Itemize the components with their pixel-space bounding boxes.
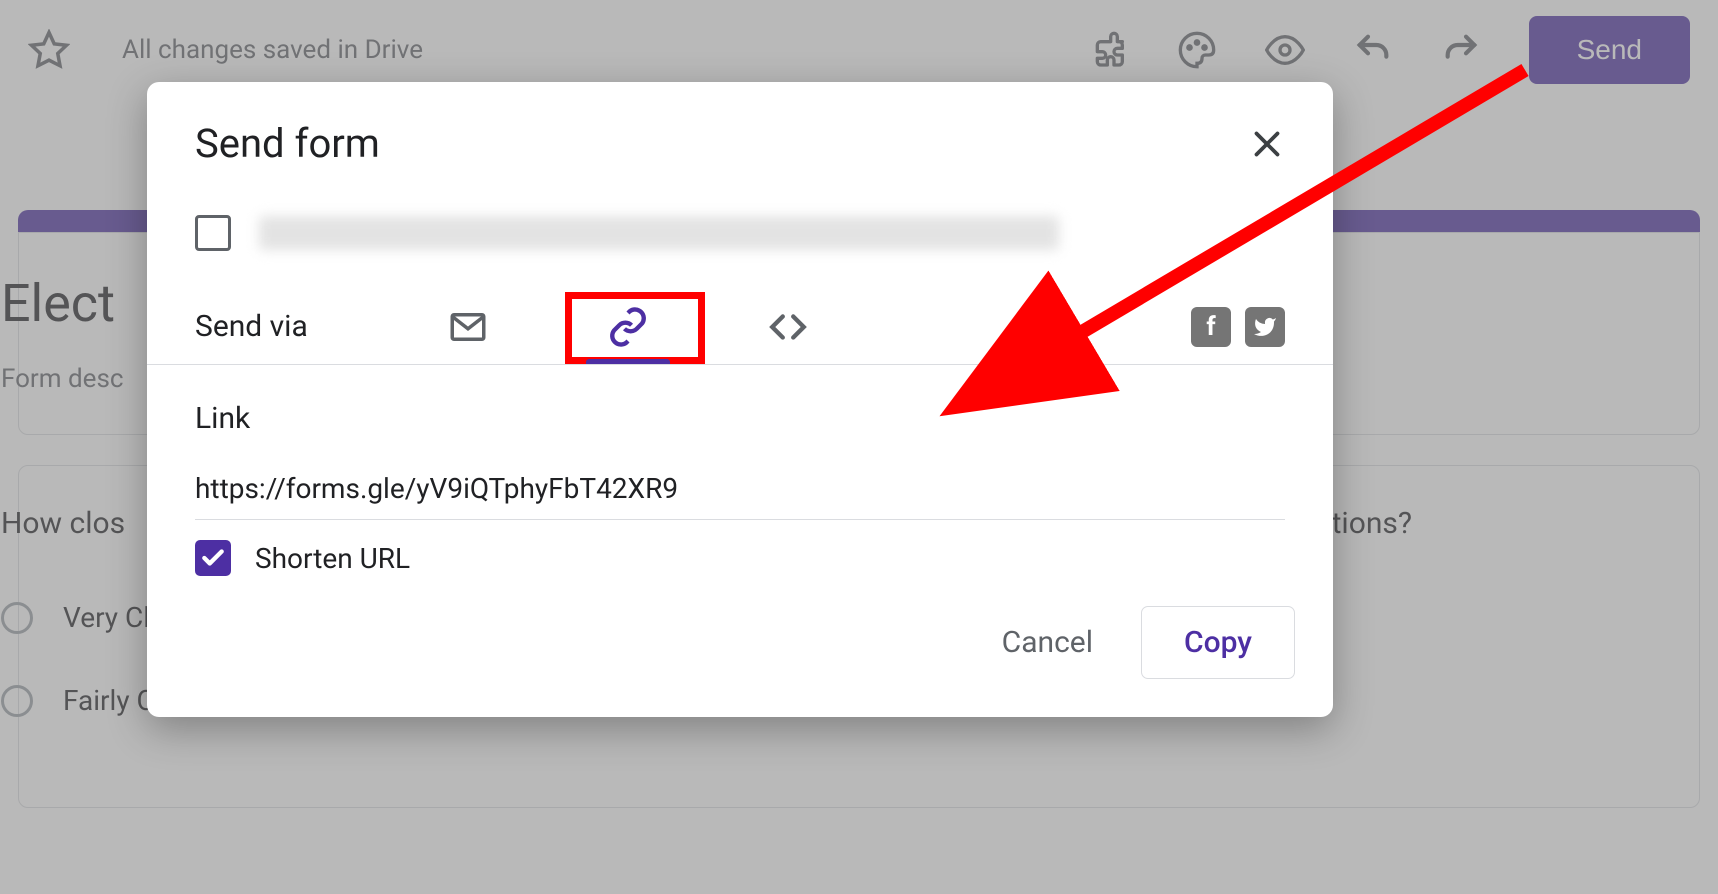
link-section: Link — [147, 365, 1333, 520]
shorten-url-row[interactable]: Shorten URL — [147, 520, 1333, 576]
send-via-label: Send via — [195, 309, 308, 344]
cancel-button[interactable]: Cancel — [1002, 625, 1093, 660]
redacted-text — [259, 216, 1059, 250]
close-icon[interactable] — [1249, 126, 1285, 162]
tab-embed[interactable] — [708, 289, 868, 364]
shorten-url-label: Shorten URL — [255, 542, 410, 575]
dialog-title: Send form — [195, 120, 380, 167]
send-form-dialog: Send form Send via f Link — [147, 82, 1333, 717]
link-url-field[interactable] — [195, 466, 1285, 520]
link-section-title: Link — [195, 401, 1285, 436]
send-via-tabs: Send via f — [147, 279, 1333, 365]
collect-emails-row[interactable] — [147, 167, 1333, 279]
dialog-actions: Cancel Copy — [147, 576, 1333, 717]
tab-link[interactable] — [548, 289, 708, 364]
checkbox-unchecked-icon[interactable] — [195, 215, 231, 251]
tab-email[interactable] — [388, 289, 548, 364]
checkbox-checked-icon[interactable] — [195, 540, 231, 576]
social-share: f — [1191, 307, 1285, 347]
twitter-icon[interactable] — [1245, 307, 1285, 347]
copy-button[interactable]: Copy — [1141, 606, 1295, 679]
facebook-icon[interactable]: f — [1191, 307, 1231, 347]
